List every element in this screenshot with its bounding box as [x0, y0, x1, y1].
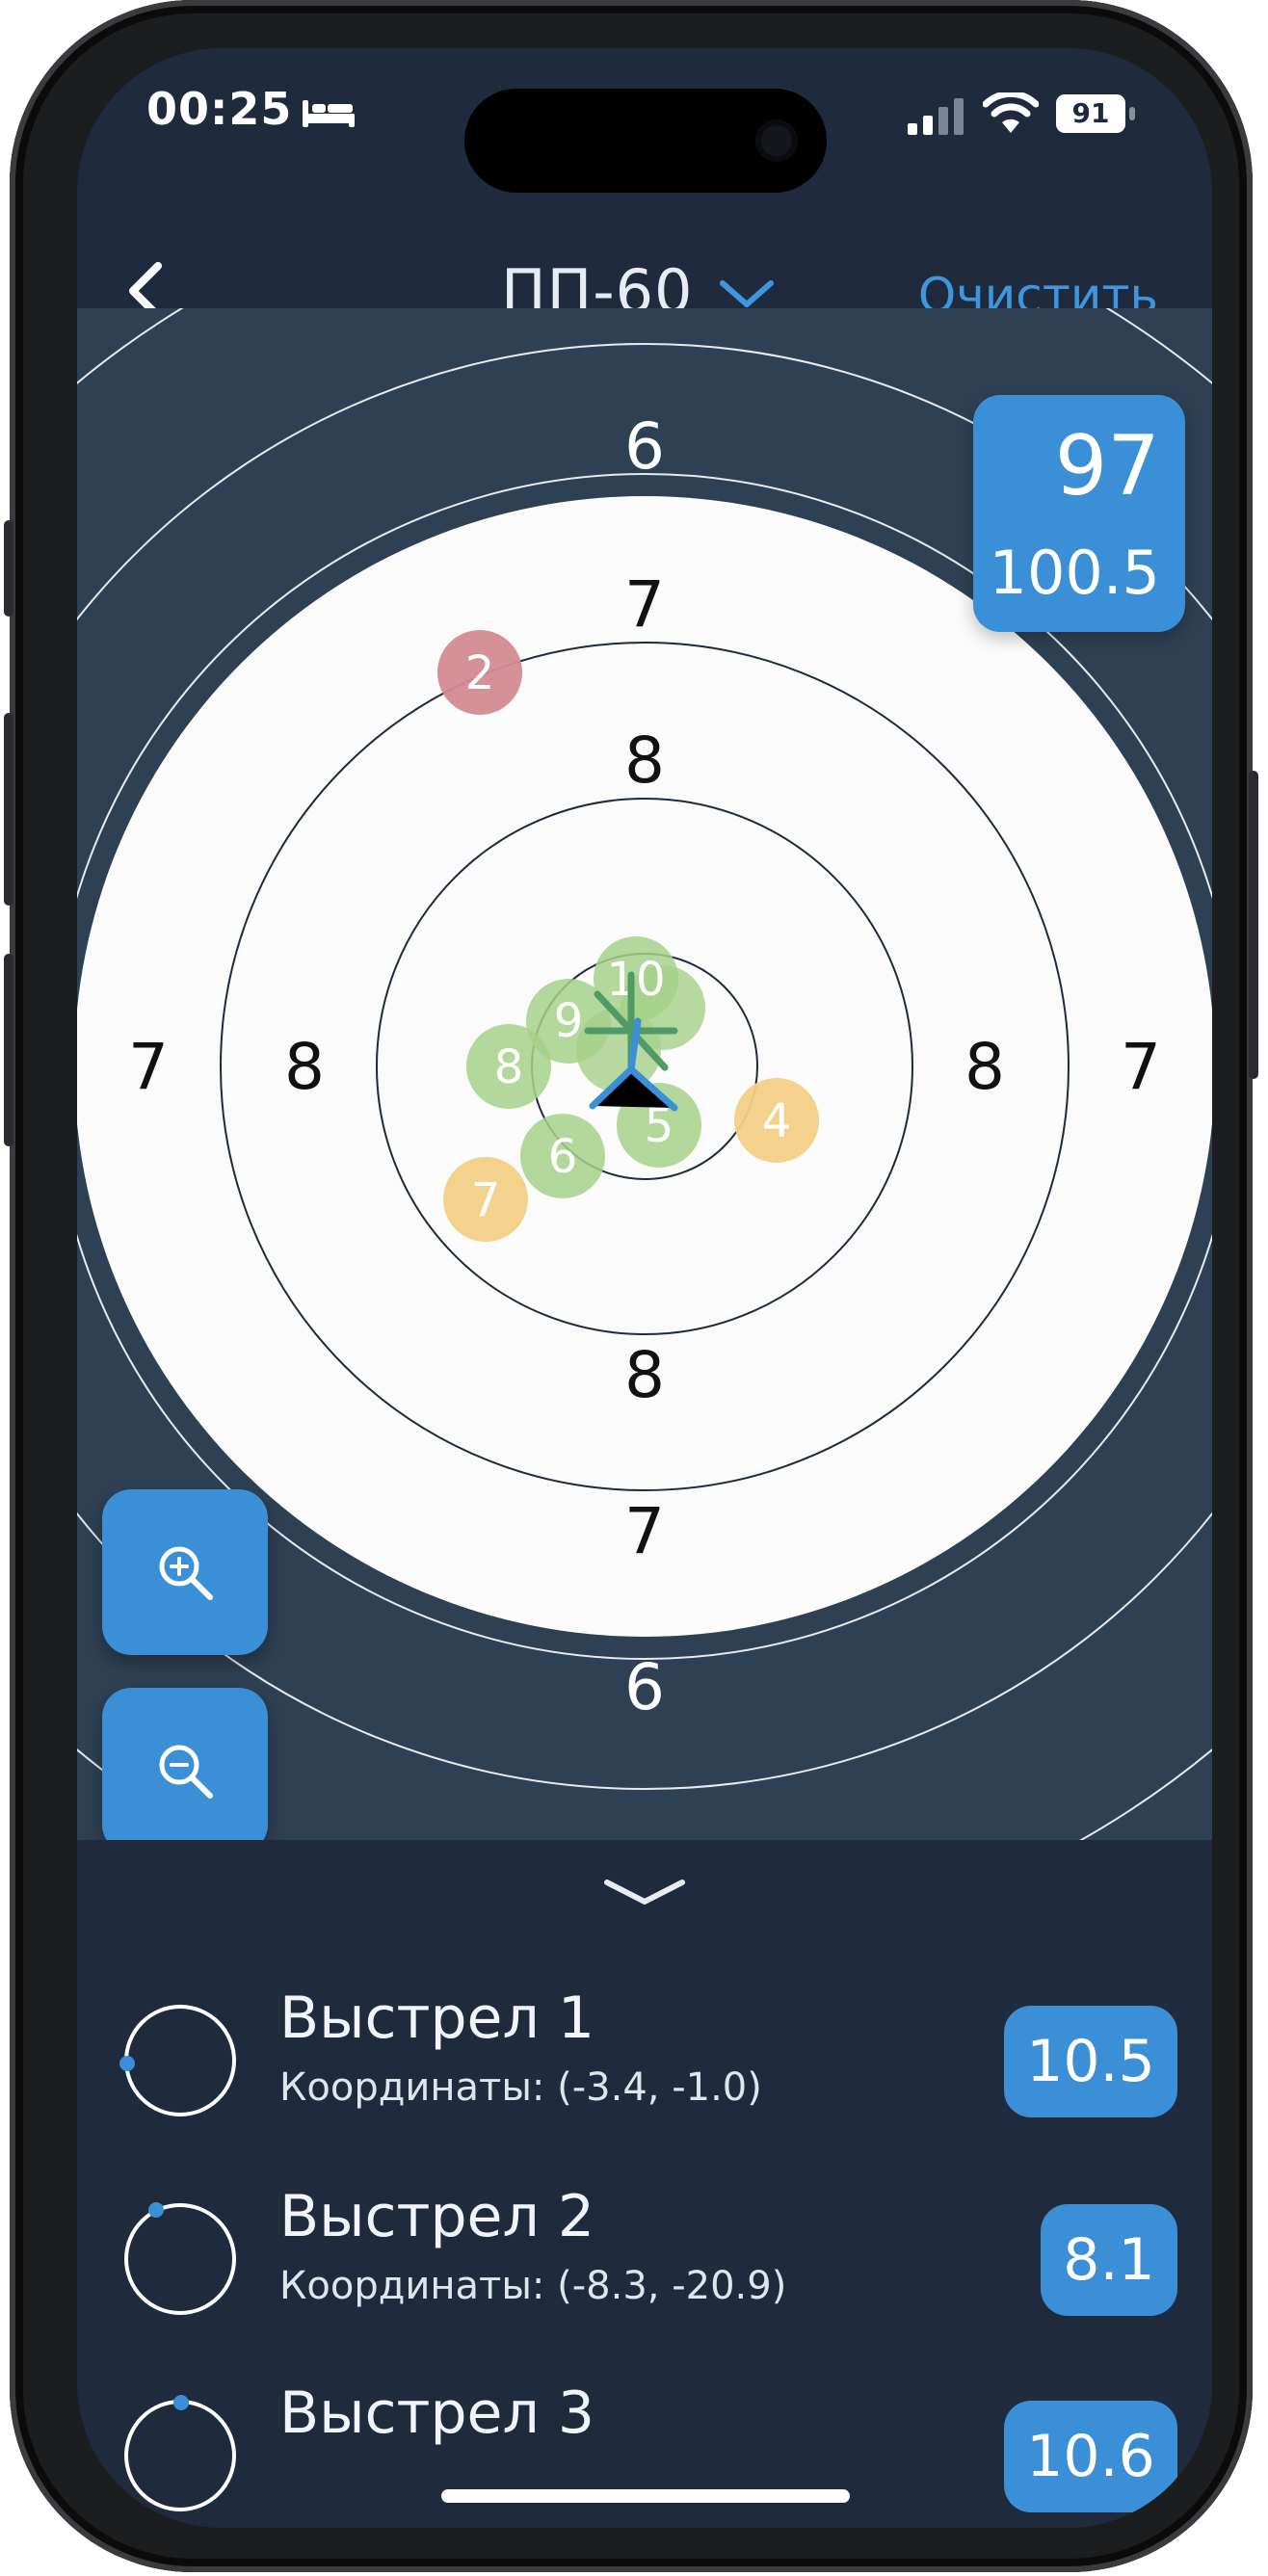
wifi-icon — [983, 92, 1039, 133]
dynamic-island — [464, 89, 827, 193]
signal-icon — [908, 98, 964, 135]
hit-label: 7 — [471, 1173, 501, 1227]
hit-marker[interactable]: 7 — [443, 1157, 528, 1242]
power-button — [1249, 771, 1258, 1079]
ring-label-top-8: 8 — [624, 723, 665, 798]
shot-title: Выстрел 3 — [279, 2379, 595, 2447]
shot-score-badge: 10.5 — [1004, 2006, 1177, 2117]
ring-label-top-6: 6 — [624, 409, 665, 484]
shot-score-badge: 10.6 — [1004, 2401, 1177, 2512]
home-indicator[interactable] — [441, 2489, 850, 2503]
zoom-out-icon — [159, 1745, 213, 1799]
volume-up-button — [4, 713, 13, 906]
hit-label: 8 — [494, 1040, 524, 1094]
shot-coordinates: Координаты: (-8.3, -20.9) — [279, 2264, 787, 2308]
shot-position-icon — [119, 2005, 236, 2116]
bed-icon — [303, 100, 355, 127]
shot-score-badge: 8.1 — [1041, 2204, 1177, 2316]
shot-coordinates: Координаты: (-3.4, -1.0) — [279, 2065, 762, 2110]
hit-label: 6 — [548, 1130, 578, 1184]
chevron-down-icon[interactable] — [601, 1873, 688, 1911]
zoom-in-button[interactable] — [102, 1489, 268, 1655]
hit-label: 10 — [606, 953, 665, 1007]
hit-marker[interactable]: 2 — [437, 630, 522, 715]
ring-label-bottom-7: 7 — [624, 1494, 665, 1568]
hit-label: 4 — [762, 1094, 792, 1148]
ring-label-left-8: 8 — [284, 1030, 325, 1104]
camera-icon — [755, 119, 798, 162]
total-score: 97 — [1054, 418, 1160, 514]
shot-position-icon — [124, 2202, 236, 2315]
ring-label-top-7: 7 — [624, 567, 665, 642]
hit-marker[interactable]: 4 — [734, 1078, 819, 1163]
phone-frame: 00:25 91 ПП-60 Очистить 6 7 8 7 8 8 7 8 … — [4, 0, 1258, 2572]
ring-label-bottom-8: 8 — [624, 1338, 665, 1412]
shot-title: Выстрел 2 — [279, 2183, 595, 2250]
hit-label: 2 — [465, 646, 495, 700]
battery-level: 91 — [1056, 94, 1125, 133]
hit-marker[interactable]: 6 — [520, 1114, 605, 1198]
shots-sheet: Выстрел 1 Координаты: (-3.4, -1.0) 10.5 … — [77, 1840, 1212, 2528]
zoom-out-button[interactable] — [102, 1688, 268, 1840]
ring-label-left-7: 7 — [128, 1030, 169, 1104]
ring-label-right-8: 8 — [964, 1030, 1005, 1104]
volume-down-button — [4, 954, 13, 1146]
ring-label-right-7: 7 — [1121, 1030, 1161, 1104]
shot-row[interactable]: Выстрел 1 Координаты: (-3.4, -1.0) 10.5 — [77, 1985, 1212, 2177]
zoom-in-icon — [159, 1546, 213, 1600]
shot-position-icon — [124, 2395, 236, 2511]
shot-title: Выстрел 1 — [279, 1985, 595, 2052]
decimal-score: 100.5 — [989, 538, 1161, 608]
battery-nub — [1129, 107, 1135, 120]
battery-icon: 91 — [1056, 94, 1139, 133]
shot-row[interactable]: Выстрел 2 Координаты: (-8.3, -20.9) 8.1 — [77, 2183, 1212, 2376]
score-card: 97 100.5 — [973, 395, 1185, 632]
nav-bar: ПП-60 Очистить — [77, 193, 1212, 327]
status-time: 00:25 — [146, 83, 293, 135]
screen: 00:25 91 ПП-60 Очистить 6 7 8 7 8 8 7 8 … — [77, 48, 1212, 2528]
mute-switch — [4, 520, 13, 617]
ring-label-bottom-6: 6 — [624, 1650, 665, 1724]
chevron-down-icon[interactable] — [719, 277, 775, 310]
